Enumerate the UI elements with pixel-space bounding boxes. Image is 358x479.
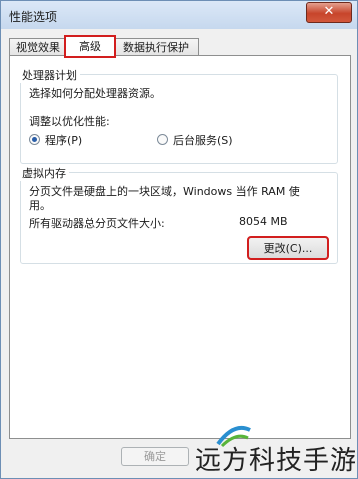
total-paging-label: 所有驱动器总分页文件大小: — [29, 217, 165, 230]
virtual-memory-description-2: 用。 — [29, 199, 51, 212]
adjust-label: 调整以优化性能: — [29, 115, 110, 128]
radio-background-services[interactable] — [157, 134, 168, 145]
performance-options-window: 性能选项 ✕ 视觉效果 高级 数据执行保护 处理器计划 选择如何分配处理器资源。… — [0, 0, 358, 479]
tab-advanced[interactable]: 高级 — [64, 35, 116, 58]
radio-programs-label[interactable]: 程序(P) — [45, 132, 82, 148]
tab-visual-effects[interactable]: 视觉效果 — [9, 38, 67, 56]
processor-description: 选择如何分配处理器资源。 — [29, 87, 161, 100]
processor-group-title: 处理器计划 — [19, 67, 80, 83]
window-title: 性能选项 — [9, 10, 58, 24]
virtual-memory-group: 虚拟内存 分页文件是硬盘上的一块区域，Windows 当作 RAM 使 用。 所… — [19, 165, 338, 264]
watermark-text: 远方科技手游 — [195, 446, 358, 476]
radio-programs[interactable] — [29, 134, 40, 145]
total-paging-value: 8054 MB — [239, 215, 288, 228]
change-button[interactable]: 更改(C)... — [247, 236, 329, 260]
virtual-memory-title: 虚拟内存 — [19, 165, 69, 181]
radio-background-services-label[interactable]: 后台服务(S) — [173, 132, 233, 148]
title-bar: 性能选项 ✕ — [1, 1, 357, 29]
tab-data-execution-prevention[interactable]: 数据执行保护 — [113, 38, 199, 56]
ok-button[interactable]: 确定 — [121, 447, 189, 466]
close-button[interactable]: ✕ — [306, 2, 352, 23]
close-icon: ✕ — [323, 4, 335, 19]
advanced-tab-panel: 处理器计划 选择如何分配处理器资源。 调整以优化性能: 程序(P) 后台服务(S… — [9, 55, 351, 439]
tab-strip: 视觉效果 高级 数据执行保护 — [9, 35, 349, 58]
processor-scheduling-group: 处理器计划 选择如何分配处理器资源。 调整以优化性能: 程序(P) 后台服务(S… — [19, 67, 338, 164]
virtual-memory-description-1: 分页文件是硬盘上的一块区域，Windows 当作 RAM 使 — [29, 185, 300, 198]
